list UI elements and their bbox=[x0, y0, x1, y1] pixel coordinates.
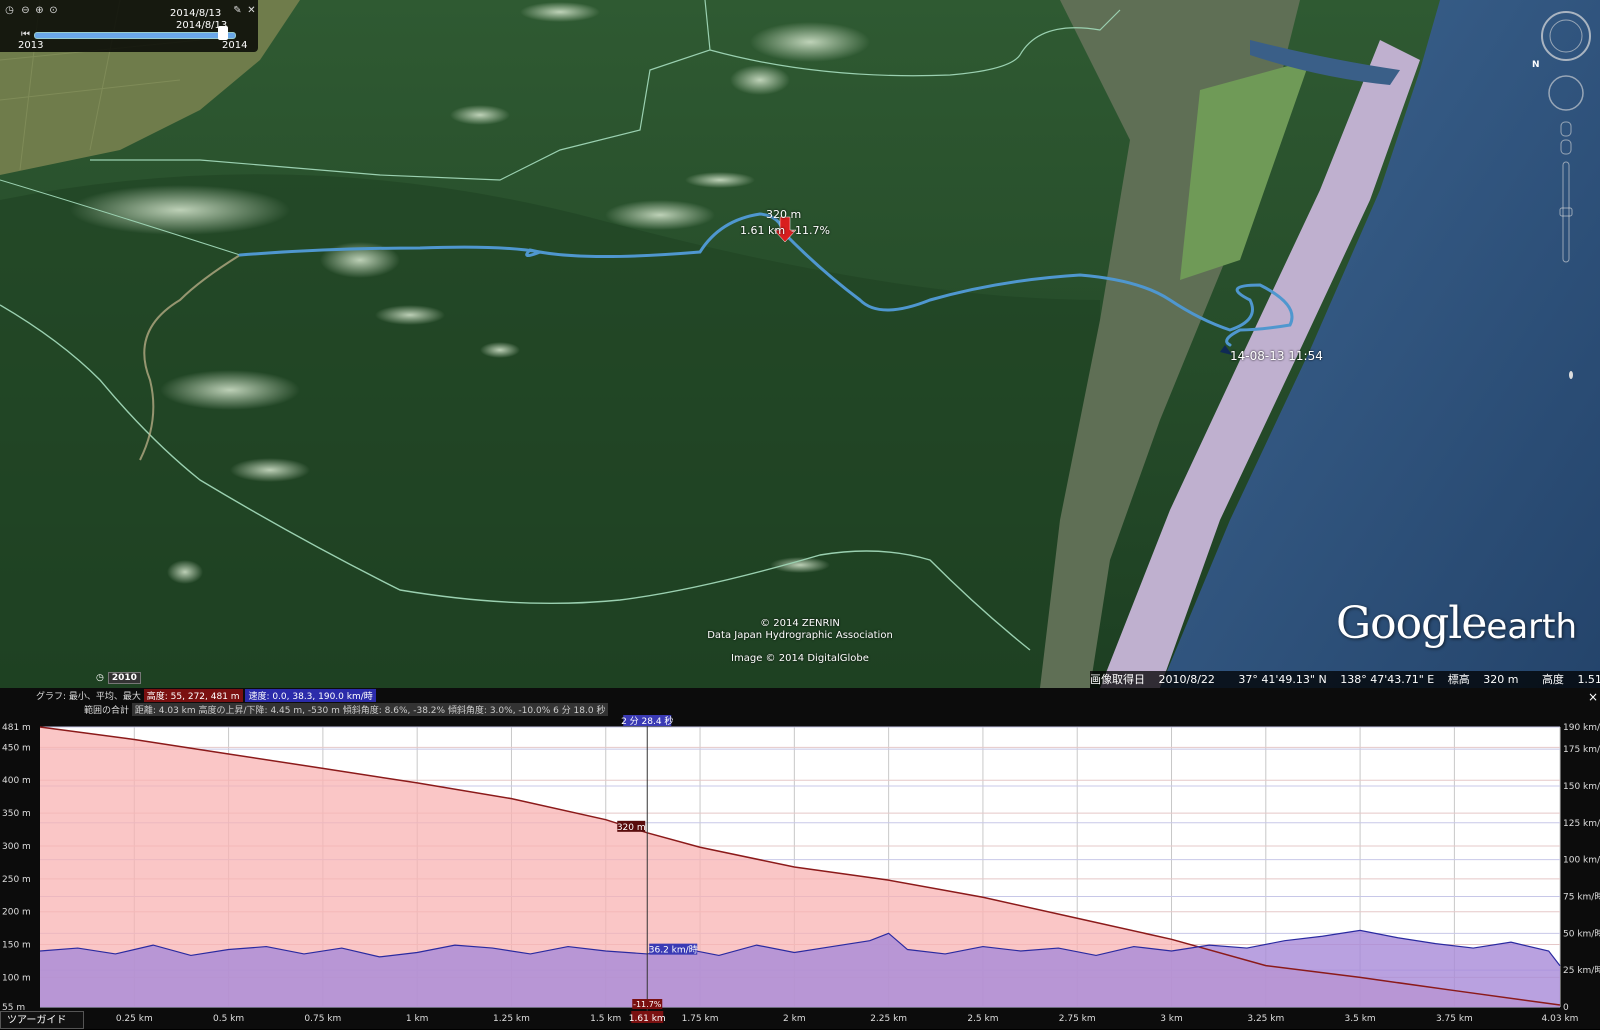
x-axis: 0.25 km 0.5 km 0.75 km 1 km 1.25 km 1.5 km 1.7… bbox=[116, 1014, 1579, 1024]
x-tick-label: 1 km bbox=[406, 1014, 429, 1024]
map-viewport[interactable]: ◷ ⊖ ⊕ ⊙ 2014/8/13 2014/8/13 ✎ ✕ ⏮ 2013 2… bbox=[0, 0, 1600, 688]
marker-slope-label: -11.7% bbox=[791, 224, 830, 237]
zoom-out-icon[interactable]: ⊖ bbox=[20, 5, 31, 16]
cursor-speed-label: 36.2 km/時 bbox=[649, 945, 698, 956]
right-tick-label: 190 km/時 bbox=[1563, 722, 1600, 733]
navigation-controls: N bbox=[1532, 6, 1596, 276]
right-axis: 190 km/時 175 km/時 150 km/時 125 km/時 100 km/時… bbox=[1563, 722, 1600, 1013]
zoom-in-icon[interactable]: ⊕ bbox=[34, 5, 45, 16]
historical-imagery-badge[interactable]: ◷ 2010 bbox=[96, 672, 141, 684]
latitude: 37° 41'49.13" N bbox=[1238, 673, 1327, 686]
credit-digitalglobe: Image © 2014 DigitalGlobe bbox=[731, 653, 869, 664]
elevation-stats-tag[interactable]: 高度: 55, 272, 481 m bbox=[143, 689, 243, 702]
x-tick-label: 0.5 km bbox=[213, 1014, 244, 1024]
left-tick-label: 200 m bbox=[2, 908, 31, 918]
graph-stats-row: グラフ: 最小、平均、最大 高度: 55, 272, 481 m 速度: 0.0… bbox=[36, 689, 376, 702]
longitude: 138° 47'43.71" E bbox=[1340, 673, 1435, 686]
right-tick-label: 75 km/時 bbox=[1563, 891, 1600, 902]
x-tick-label: 1.5 km bbox=[590, 1014, 621, 1024]
eye-altitude: 高度 1.51 km bbox=[1541, 673, 1600, 686]
zoom-fit-icon[interactable]: ⊙ bbox=[48, 5, 59, 16]
elevation: 標高 320 m bbox=[1447, 673, 1519, 686]
x-tick-label: 2.5 km bbox=[967, 1014, 998, 1024]
left-tick-label: 100 m bbox=[2, 973, 31, 983]
imagery-date: 画像取得日 2010/8/22 bbox=[1090, 673, 1215, 686]
left-tick-label: 481 m bbox=[2, 723, 31, 733]
track-timestamp-label: 14-08-13 11:54 bbox=[1230, 349, 1323, 363]
x-tick-label: 3.5 km bbox=[1345, 1014, 1376, 1024]
time-slider-handle[interactable] bbox=[218, 26, 228, 40]
x-tick-label: 1.75 km bbox=[682, 1014, 719, 1024]
right-tick-label: 150 km/時 bbox=[1563, 781, 1600, 792]
x-tick-label: 3 km bbox=[1160, 1014, 1183, 1024]
left-tick-label: 400 m bbox=[2, 776, 31, 786]
right-tick-label: 100 km/時 bbox=[1563, 855, 1600, 866]
marker-distance-label: 1.61 km bbox=[740, 224, 786, 237]
time-slider-end-year: 2014 bbox=[222, 40, 248, 51]
close-icon[interactable]: ✕ bbox=[246, 5, 257, 16]
left-tick-label: 300 m bbox=[2, 842, 31, 852]
x-tick-label: 0.25 km bbox=[116, 1014, 153, 1024]
right-tick-label: 50 km/時 bbox=[1563, 928, 1600, 939]
zoom-slider-icon[interactable] bbox=[1559, 161, 1573, 263]
right-tick-label: 125 km/時 bbox=[1563, 818, 1600, 829]
x-tick-label: 2.25 km bbox=[870, 1014, 907, 1024]
left-axis: 481 m 450 m 400 m 350 m 300 m 250 m 200 m 150 m… bbox=[2, 723, 31, 1013]
elevation-profile-chart[interactable]: 481 m 450 m 400 m 350 m 300 m 250 m 200 m 150 m… bbox=[0, 715, 1600, 1029]
time-slider-date-top: 2014/8/13 bbox=[170, 8, 222, 19]
clock-icon[interactable]: ◷ bbox=[4, 5, 15, 16]
look-joystick-icon[interactable] bbox=[1548, 75, 1584, 111]
x-tick-label: 4.03 km bbox=[1542, 1014, 1579, 1024]
cursor-time-label: 2 分 28.4 秒 bbox=[621, 715, 673, 727]
x-tick-label: 0.75 km bbox=[304, 1014, 341, 1024]
time-slider-panel: ◷ ⊖ ⊕ ⊙ 2014/8/13 2014/8/13 ✎ ✕ ⏮ 2013 2… bbox=[0, 0, 258, 52]
move-joystick-icon[interactable] bbox=[1560, 121, 1572, 155]
x-tick-label: 3.75 km bbox=[1436, 1014, 1473, 1024]
close-panel-button[interactable]: × bbox=[1588, 690, 1598, 704]
right-tick-label: 25 km/時 bbox=[1563, 965, 1600, 976]
marker-elevation-label: 320 m bbox=[766, 208, 802, 221]
speed-stats-tag[interactable]: 速度: 0.0, 38.3, 190.0 km/時 bbox=[245, 689, 376, 702]
left-tick-label: 250 m bbox=[2, 875, 31, 885]
compass-ring-icon[interactable] bbox=[1541, 11, 1591, 61]
left-tick-label: 350 m bbox=[2, 809, 31, 819]
historical-imagery-icon: ◷ bbox=[96, 673, 104, 683]
tour-guide-button[interactable]: ツアーガイド bbox=[0, 1011, 84, 1029]
time-slider-start-year: 2013 bbox=[18, 40, 44, 51]
x-tick-label: 3.25 km bbox=[1247, 1014, 1284, 1024]
cursor-distance-label: 1.61 km bbox=[629, 1014, 666, 1024]
step-back-icon[interactable]: ⏮ bbox=[20, 29, 31, 40]
credit-hydrographic: Data Japan Hydrographic Association bbox=[707, 630, 893, 641]
cursor-elev-label: 320 m bbox=[617, 823, 646, 833]
x-tick-label: 2.75 km bbox=[1059, 1014, 1096, 1024]
time-slider-track[interactable] bbox=[34, 32, 236, 39]
right-tick-label: 0 bbox=[1563, 1003, 1569, 1013]
status-bar: 画像取得日 2010/8/22 37° 41'49.13" N 138° 47'… bbox=[1090, 671, 1600, 688]
left-tick-label: 150 m bbox=[2, 941, 31, 951]
wrench-icon[interactable]: ✎ bbox=[232, 5, 243, 16]
right-tick-label: 175 km/時 bbox=[1563, 744, 1600, 755]
compass-north-label: N bbox=[1532, 60, 1540, 70]
satellite-terrain bbox=[0, 0, 1600, 688]
left-tick-label: 450 m bbox=[2, 743, 31, 753]
credit-zenrin: © 2014 ZENRIN bbox=[760, 618, 840, 629]
google-earth-logo: Googleearth bbox=[1336, 598, 1578, 649]
x-tick-label: 2 km bbox=[783, 1014, 806, 1024]
cursor-slope-label: -11.7% bbox=[633, 1000, 662, 1009]
x-tick-label: 1.25 km bbox=[493, 1014, 530, 1024]
